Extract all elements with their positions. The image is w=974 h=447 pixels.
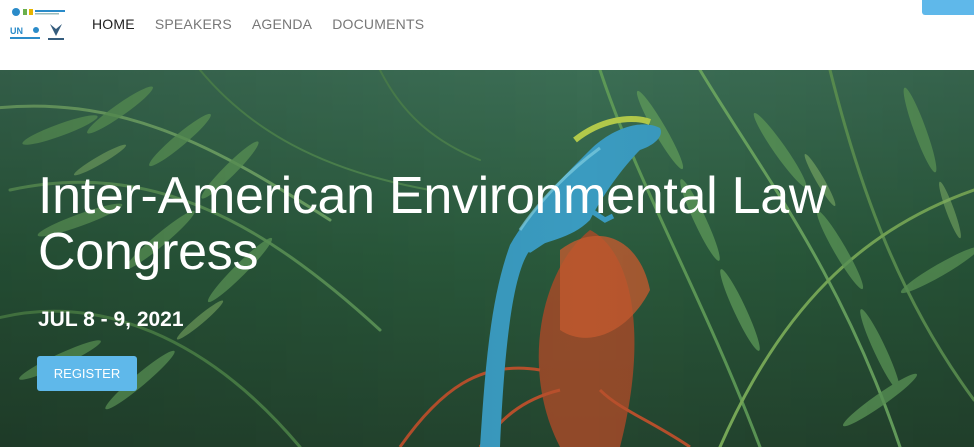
nav-documents-link[interactable]: DOCUMENTS [332, 16, 424, 32]
nav-agenda-link[interactable]: AGENDA [252, 16, 312, 32]
nav-speakers-link[interactable]: SPEAKERS [155, 16, 232, 32]
event-date: JUL 8 - 9, 2021 [38, 308, 184, 331]
organization-logo[interactable]: UN [10, 4, 68, 44]
logo-graphic: UN [10, 8, 65, 40]
register-button[interactable]: REGISTER [37, 356, 137, 391]
nav-home-link[interactable]: HOME [92, 16, 135, 32]
logo-un-text: UN [10, 26, 23, 36]
corner-action-button[interactable] [922, 0, 974, 15]
hero-title: Inter-American Environmental Law Congres… [38, 167, 827, 281]
main-menu: HOME SPEAKERS AGENDA DOCUMENTS [92, 16, 424, 32]
top-navbar: UN HOME SPEAKERS AGENDA DOCUMENTS [0, 0, 974, 70]
